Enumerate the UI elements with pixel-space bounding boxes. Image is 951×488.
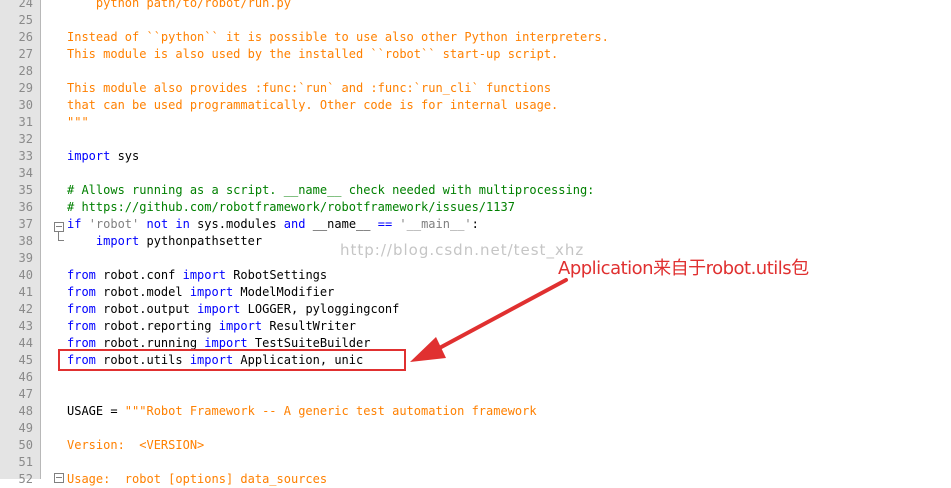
arrow-icon	[410, 278, 568, 362]
annotation-label: Application来自于robot.utils包	[558, 258, 809, 279]
